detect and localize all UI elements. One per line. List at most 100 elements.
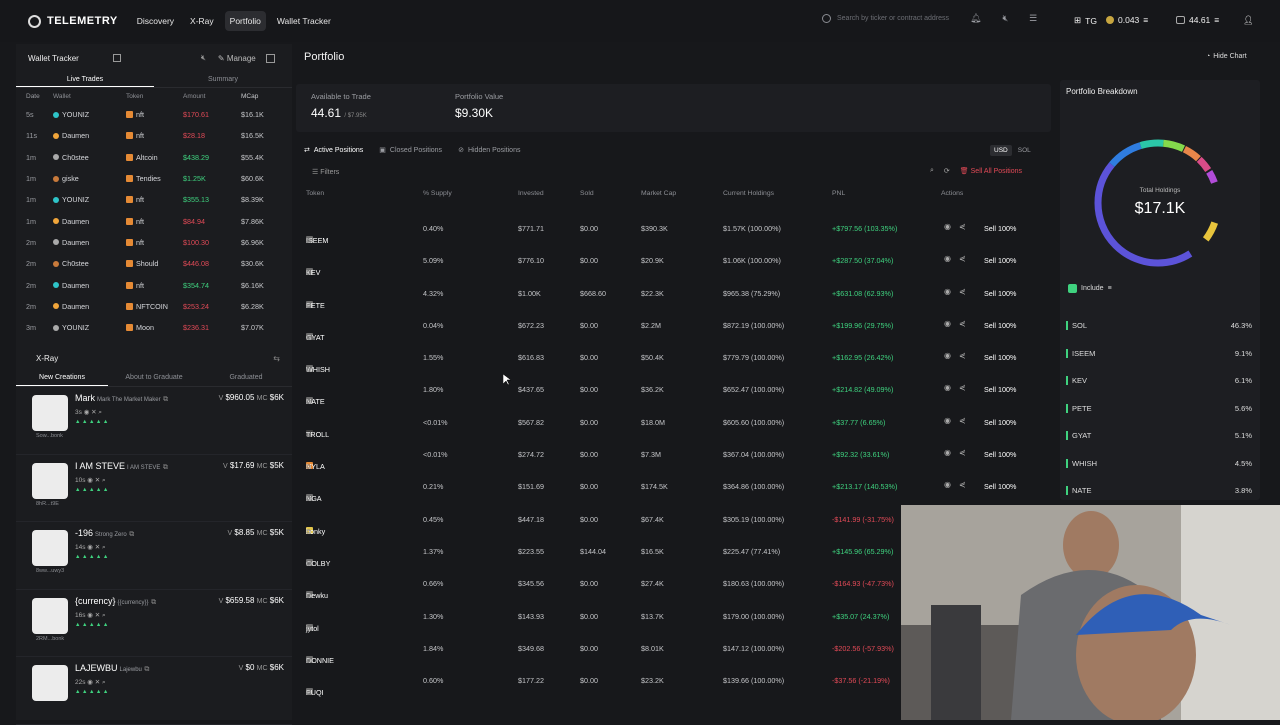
sell-button[interactable]: Sell 100% [984,482,1016,491]
bell-icon[interactable]: 🔔︎ [970,13,981,24]
trade-token[interactable]: Should [126,259,183,268]
trade-wallet[interactable]: Daumen [53,302,126,311]
col-holdings[interactable]: Current Holdings [723,190,774,197]
token-image[interactable] [32,530,68,566]
trade-wallet[interactable]: YOUNIZ [53,110,126,119]
sell-all-button[interactable]: 🗑︎ Sell All Positions [960,167,1022,175]
currency-usd[interactable]: USD [990,145,1012,156]
social-icons[interactable]: ◉ ✕ ⌕ [87,679,105,686]
sell-button[interactable]: Sell 100% [984,256,1016,265]
position-row[interactable]: WHISH ⧉ 1.55% $616.83 $0.00 $50.4K $779.7… [296,341,1051,374]
filters-button[interactable]: ☰ Filters [312,168,339,176]
tab-active-positions[interactable]: ⇄ Active Positions [296,146,371,155]
nav-portfolio[interactable]: Portfolio [224,11,266,31]
tab-hidden-positions[interactable]: ⊘ Hidden Positions [450,146,528,155]
currency-sol[interactable]: SOL [1014,145,1035,156]
token-image[interactable] [32,597,68,634]
share-icon[interactable]: ⋞ [959,480,966,489]
tab-summary[interactable]: Summary [154,72,292,87]
share-icon[interactable]: ⋞ [959,222,966,231]
trade-wallet[interactable]: Daumen [53,238,126,247]
trade-wallet[interactable]: Daumen [53,131,126,140]
mute-icon[interactable]: 🔇︎ [1002,13,1008,24]
share-icon[interactable]: ⋞ [959,448,966,457]
trade-wallet[interactable]: Daumen [53,281,126,290]
trade-token[interactable]: Tendies [126,174,183,183]
social-icons[interactable]: ◉ ✕ ⌕ [87,544,105,551]
col-supply[interactable]: % Supply [423,190,452,197]
wallet-trade-row[interactable]: 2m Daumen nft $354.74 $6.16K [16,274,292,295]
share-icon[interactable]: ⋞ [959,383,966,392]
sell-button[interactable]: Sell 100% [984,289,1016,298]
share-icon[interactable]: ⋞ [959,287,966,296]
copy-icon[interactable]: ⧉ [151,599,156,606]
col-market-cap[interactable]: Market Cap [641,190,676,197]
manage-button[interactable]: ✎ Manage [218,54,256,63]
search-icon[interactable]: ⌕ [930,167,934,175]
trade-token[interactable]: nft [126,238,183,247]
share-icon[interactable]: ⋞ [959,254,966,263]
trade-token[interactable]: Moon [126,323,183,332]
copy-icon[interactable]: ⧉ [163,396,168,403]
tab-about-to-graduate[interactable]: About to Graduate [108,369,200,386]
social-icons[interactable]: ◉ ✕ ⌕ [87,612,105,619]
tab-closed-positions[interactable]: ▣ Closed Positions [371,146,450,155]
sell-button[interactable]: Sell 100% [984,418,1016,427]
hide-position-icon[interactable]: ◉ [944,222,951,231]
copy-icon[interactable]: ⧉ [129,531,134,538]
settings-icon[interactable]: ⇆ [273,354,280,363]
checkbox-icon[interactable] [1068,284,1077,293]
hide-position-icon[interactable]: ◉ [944,448,951,457]
popout-icon[interactable] [112,54,121,62]
profile-icon[interactable]: 👤︎ [1243,15,1254,26]
position-row[interactable]: NYLA ⧉ <0.01% $274.72 $0.00 $7.3M $367.04… [296,438,1051,471]
hide-position-icon[interactable]: ◉ [944,383,951,392]
search-input[interactable]: Search by ticker or contract address [822,14,949,23]
hide-position-icon[interactable]: ◉ [944,319,951,328]
trade-wallet[interactable]: YOUNIZ [53,323,126,332]
wallet-trade-row[interactable]: 1m YOUNIZ nft $355.13 $8.39K [16,189,292,210]
tab-new-creations[interactable]: New Creations [16,369,108,386]
nav-xray[interactable]: X-Ray [185,11,219,31]
hide-position-icon[interactable]: ◉ [944,287,951,296]
token-card[interactable]: Sow...bonk Mark Mark The Market Maker ⧉ 3… [16,387,292,455]
wallet-trade-row[interactable]: 1m giske Tendies $1.25K $60.6K [16,168,292,189]
token-card[interactable]: LAJEWBU Lajewbu ⧉ 22s ◉ ✕ ⌕ ▲ ▲ ▲ ▲ ▲ V $… [16,657,292,725]
position-row[interactable]: TROLL ⧉ <0.01% $567.82 $0.00 $18.0M $605.… [296,406,1051,439]
trade-token[interactable]: nft [126,110,183,119]
wallet-trade-row[interactable]: 5s YOUNIZ nft $170.61 $16.1K [16,104,292,125]
mute-icon[interactable]: 🔇︎ [201,53,206,63]
col-token[interactable]: Token [306,190,324,197]
trade-token[interactable]: nft [126,217,183,226]
sell-button[interactable]: Sell 100% [984,321,1016,330]
trade-token[interactable]: nft [126,195,183,204]
share-icon[interactable]: ⋞ [959,319,966,328]
position-row[interactable]: GYAT ⧉ 0.04% $672.23 $0.00 $2.2M $872.19 … [296,309,1051,342]
token-image[interactable] [32,665,68,701]
list-icon[interactable]: ☰ [1029,13,1037,24]
wallet-trade-row[interactable]: 11s Daumen nft $28.18 $16.5K [16,125,292,146]
trade-token[interactable]: Altcoin [126,153,183,162]
wallet-trade-row[interactable]: 3m YOUNIZ Moon $236.31 $7.07K [16,317,292,338]
share-icon[interactable]: ⋞ [959,351,966,360]
col-invested[interactable]: Invested [518,190,544,197]
position-row[interactable]: KEV ⧉ 5.09% $776.10 $0.00 $20.9K $1.06K (… [296,244,1051,277]
sol-balance[interactable]: 0.043 ≡ [1106,15,1148,25]
token-card[interactable]: 2RM...bonk {currency} {{currency}} ⧉ 16s … [16,590,292,657]
trade-wallet[interactable]: Daumen [53,217,126,226]
copy-icon[interactable]: ⧉ [306,688,311,698]
token-card[interactable]: 8ww...uwy3 -196 Strong Zero ⧉ 14s ◉ ✕ ⌕ ▲… [16,522,292,590]
nav-wallet-tracker[interactable]: Wallet Tracker [272,11,336,31]
col-pnl[interactable]: PNL [832,190,845,197]
wallet-trade-row[interactable]: 1m Ch0stee Altcoin $438.29 $55.4K [16,147,292,168]
share-icon[interactable]: ⋞ [959,416,966,425]
position-row[interactable]: NATE ⧉ 1.80% $437.65 $0.00 $36.2K $652.47… [296,373,1051,406]
token-card[interactable]: 8hR...t9E I AM STEVE I AM STEVE ⧉ 10s ◉ ✕… [16,455,292,522]
nav-discovery[interactable]: Discovery [132,11,179,31]
social-icons[interactable]: ◉ ✕ ⌕ [87,477,105,484]
token-image[interactable] [32,462,68,499]
hide-position-icon[interactable]: ◉ [944,480,951,489]
trade-wallet[interactable]: YOUNIZ [53,195,126,204]
sell-button[interactable]: Sell 100% [984,224,1016,233]
position-row[interactable]: PETE ⧉ 4.32% $1.00K $668.60 $22.3K $965.3… [296,277,1051,310]
